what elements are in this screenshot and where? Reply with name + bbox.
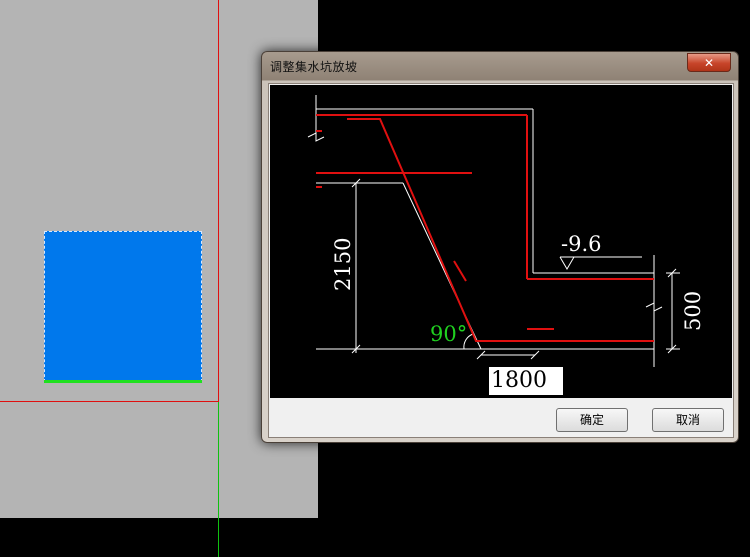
crosshair-y-axis-line — [218, 402, 219, 557]
break-symbol-left — [307, 132, 325, 142]
crosshair-horizontal-line — [0, 401, 219, 402]
dialog-title: 调整集水坑放坡 — [270, 60, 358, 74]
elevation-triangle-icon — [559, 256, 575, 270]
width-input[interactable] — [489, 367, 563, 395]
elevation-label: -9.6 — [561, 232, 602, 256]
cancel-button[interactable]: 取消 — [652, 408, 724, 432]
rebar-hook-upper — [453, 260, 467, 282]
angle-label: 90° — [430, 322, 467, 346]
depth-label: 500 — [681, 291, 705, 331]
sump-pit-block[interactable] — [44, 231, 202, 382]
height-label: 2150 — [331, 238, 355, 291]
crosshair-vertical-line — [218, 0, 219, 402]
ok-button[interactable]: 确定 — [556, 408, 628, 432]
section-svg: -9.6 2150 500 90° — [307, 95, 705, 367]
break-symbol-right — [645, 302, 663, 312]
close-button[interactable]: ✕ — [687, 53, 731, 72]
adjust-sump-slope-dialog: 调整集水坑放坡 ✕ -9.6 2150 500 90° 1800 确定 取消 — [261, 51, 739, 443]
selected-pit-edge[interactable] — [44, 380, 202, 383]
dialog-client-area: -9.6 2150 500 90° 确定 取消 — [268, 83, 734, 438]
rebar-slope — [347, 118, 654, 342]
section-drawing: -9.6 2150 500 90° — [270, 85, 732, 398]
